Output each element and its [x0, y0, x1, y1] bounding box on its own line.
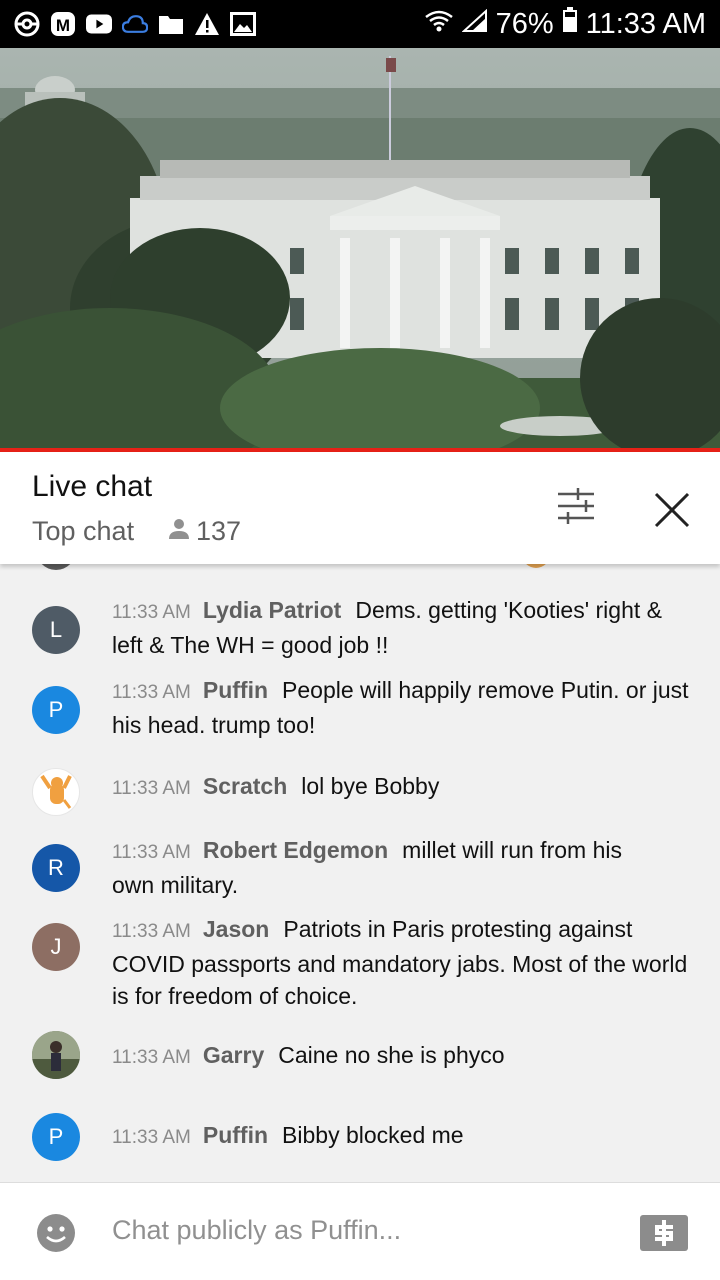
- avatar[interactable]: P: [32, 686, 80, 734]
- message-body: 11:33 AM Lydia Patriot Dems. getting 'Koot…: [112, 594, 692, 661]
- avatar[interactable]: [32, 768, 80, 816]
- chat-title: Live chat: [32, 470, 153, 503]
- message-time: 11:33 AM: [112, 921, 191, 942]
- video-player[interactable]: [0, 48, 720, 448]
- chat-input-bar: Chat publicly as Puffin...: [0, 1182, 720, 1280]
- message-text: Patriots in Paris protesting against COV…: [112, 916, 688, 1009]
- avatar[interactable]: P: [32, 1113, 80, 1161]
- svg-text:M: M: [56, 16, 70, 35]
- message-author[interactable]: Robert Edgemon: [203, 837, 388, 863]
- message-body: 11:33 AM Puffin Bibby blocked me: [112, 1119, 692, 1154]
- message-body: 11:33 AM Garry Caine no she is phyco: [112, 1039, 692, 1074]
- battery-icon: [562, 7, 578, 41]
- m-app-icon: M: [50, 11, 76, 37]
- message-text: Caine no she is phyco: [278, 1042, 505, 1068]
- avatar[interactable]: J: [32, 923, 80, 971]
- clock: 11:33 AM: [585, 7, 706, 40]
- message-author[interactable]: Puffin: [203, 1122, 268, 1148]
- message-author[interactable]: Jason: [203, 916, 269, 942]
- message-text: People will happily remove Putin. or jus…: [112, 677, 689, 738]
- chat-settings-button[interactable]: [552, 486, 600, 526]
- message-body: 11:33 AM Puffin People will happily remove…: [112, 674, 692, 741]
- wifi-icon: [424, 8, 454, 41]
- chat-input-field[interactable]: Chat publicly as Puffin...: [112, 1215, 401, 1246]
- avatar[interactable]: L: [32, 606, 80, 654]
- message-time: 11:33 AM: [112, 1127, 191, 1148]
- message-author[interactable]: Garry: [203, 1042, 264, 1068]
- avatar: [36, 564, 76, 570]
- super-chat-button[interactable]: [640, 1215, 688, 1251]
- message-body: 11:33 AM Scratch lol bye Bobby: [112, 770, 692, 805]
- chat-header: Live chat Top chat 137: [0, 452, 720, 564]
- close-chat-button[interactable]: [650, 488, 694, 532]
- pokeball-icon: [14, 11, 40, 37]
- message-text: lol bye Bobby: [301, 773, 440, 799]
- viewer-count: 137: [168, 516, 241, 547]
- message-time: 11:33 AM: [112, 778, 191, 799]
- avatar: [522, 564, 550, 568]
- message-author[interactable]: Scratch: [203, 773, 287, 799]
- cat-avatar-icon: [40, 774, 72, 809]
- message-time: 11:33 AM: [112, 602, 191, 623]
- signal-icon: [460, 8, 488, 41]
- person-icon: [168, 516, 190, 547]
- message-body: 11:33 AM Jason Patriots in Paris protestin…: [112, 913, 692, 1012]
- warning-icon: [194, 11, 220, 37]
- message-text: Bibby blocked me: [282, 1122, 464, 1148]
- youtube-icon: [86, 11, 112, 37]
- emoji-button[interactable]: [36, 1213, 76, 1253]
- cloud-icon: [122, 11, 148, 37]
- image-icon: [230, 11, 256, 37]
- message-time: 11:33 AM: [112, 682, 191, 703]
- avatar[interactable]: [32, 1031, 80, 1079]
- avatar[interactable]: R: [32, 844, 80, 892]
- chat-message-list[interactable]: L 11:33 AM Lydia Patriot Dems. getting 'Ko…: [0, 564, 720, 1182]
- message-author[interactable]: Lydia Patriot: [203, 597, 341, 623]
- message-author[interactable]: Puffin: [203, 677, 268, 703]
- smiley-icon: [37, 1214, 75, 1252]
- folder-icon: [158, 11, 184, 37]
- chat-mode-selector[interactable]: Top chat: [32, 516, 134, 547]
- battery-percent: 76%: [495, 7, 554, 40]
- message-time: 11:33 AM: [112, 842, 191, 863]
- message-body: 11:33 AM Robert Edgemon millet will run fr…: [112, 834, 632, 901]
- message-text: Dems. getting 'Kooties' right & left & T…: [112, 597, 662, 658]
- message-time: 11:33 AM: [112, 1047, 191, 1068]
- tune-icon: [558, 488, 594, 524]
- viewer-count-value: 137: [196, 516, 242, 546]
- photo-avatar-icon: [32, 1031, 80, 1079]
- close-icon: [654, 492, 690, 528]
- dollar-icon: [655, 1220, 673, 1246]
- status-bar: M 76% 11:33 AM: [0, 0, 720, 48]
- video-frame: [0, 48, 720, 448]
